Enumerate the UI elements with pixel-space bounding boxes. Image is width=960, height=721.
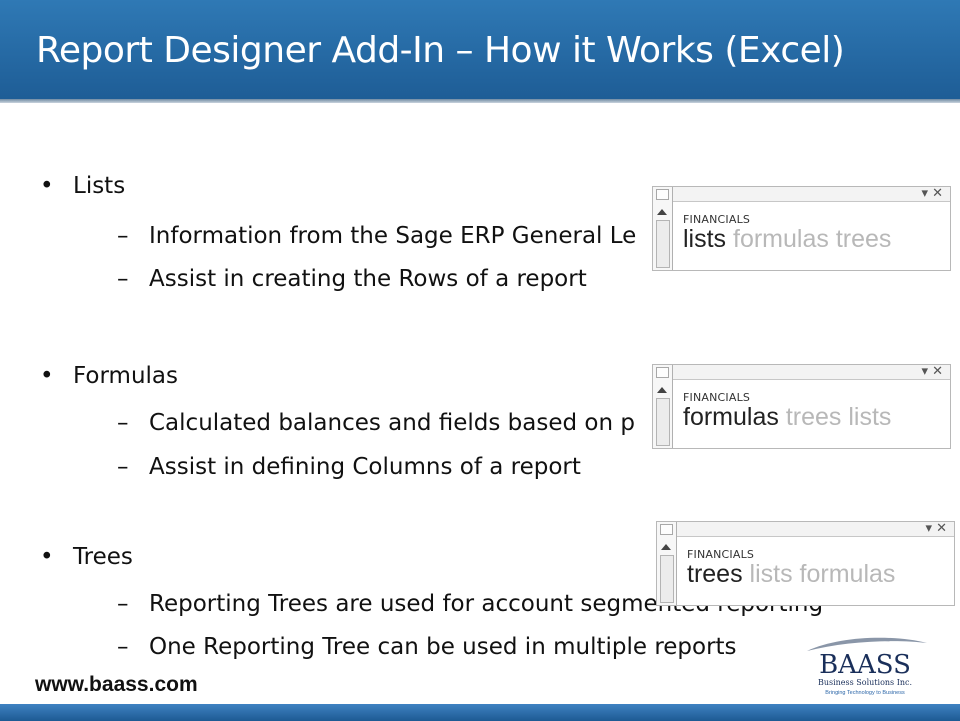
bullet-trees: • Trees	[40, 544, 133, 570]
logo-company: Business Solutions Inc.	[818, 678, 912, 687]
bullet-dot: •	[40, 544, 54, 570]
sub-bullet-text: Calculated balances and fields based on …	[149, 410, 635, 436]
pane-scrollbar[interactable]	[657, 522, 677, 605]
financials-pane-trees: ▾ ✕ FINANCIALS trees lists formulas	[656, 521, 955, 606]
pane-scrollbar[interactable]	[653, 365, 673, 448]
sub-bullet-text: Information from the Sage ERP General Le	[149, 223, 637, 249]
sub-bullet: – Assist in defining Columns of a report	[117, 454, 581, 480]
minimize-icon[interactable]	[656, 189, 669, 200]
logo-name: BAASS	[819, 650, 911, 680]
scroll-up-arrow-icon[interactable]	[657, 387, 667, 393]
financials-pane-formulas: ▾ ✕ FINANCIALS formulas trees lists	[652, 364, 951, 449]
logo-swoosh	[807, 637, 927, 651]
sub-bullet-text: One Reporting Tree can be used in multip…	[149, 634, 737, 660]
sub-bullet-text: Assist in creating the Rows of a report	[149, 266, 587, 292]
sub-bullet: – Assist in creating the Rows of a repor…	[117, 266, 587, 292]
tab-lists[interactable]: lists	[683, 225, 726, 253]
pane-controls[interactable]: ▾ ✕	[921, 187, 943, 201]
minimize-icon[interactable]	[656, 367, 669, 378]
pane-tabs: lists formulas trees	[683, 225, 891, 254]
bullet-lists: • Lists	[40, 173, 126, 199]
footer-bar	[0, 704, 960, 721]
tab-trees[interactable]: trees	[687, 560, 743, 588]
scroll-thumb[interactable]	[656, 398, 670, 446]
sub-bullet-dash: –	[117, 454, 129, 480]
sub-bullet-dash: –	[117, 223, 129, 249]
website-link[interactable]: www.baass.com	[35, 673, 198, 697]
tab-others[interactable]: lists formulas	[743, 560, 896, 588]
scroll-thumb[interactable]	[660, 555, 674, 603]
tab-others[interactable]: trees lists	[779, 403, 892, 431]
pane-tabs: formulas trees lists	[683, 403, 891, 432]
bullet-formulas: • Formulas	[40, 363, 178, 389]
baass-logo: BAASS Business Solutions Inc. Bringing T…	[807, 637, 927, 696]
scroll-thumb[interactable]	[656, 220, 670, 268]
bullet-heading: Lists	[73, 173, 126, 199]
title-bar: Report Designer Add-In – How it Works (E…	[0, 0, 960, 99]
tab-formulas[interactable]: formulas	[683, 403, 779, 431]
sub-bullet: – Information from the Sage ERP General …	[117, 223, 637, 249]
scroll-up-arrow-icon[interactable]	[657, 209, 667, 215]
pane-titlebar	[653, 187, 950, 202]
sub-bullet-dash: –	[117, 266, 129, 292]
minimize-icon[interactable]	[660, 524, 673, 535]
tab-others[interactable]: formulas trees	[726, 225, 891, 253]
logo-tagline: Bringing Technology to Business	[825, 690, 905, 696]
pane-titlebar	[657, 522, 954, 537]
pane-scrollbar[interactable]	[653, 187, 673, 270]
title-divider	[0, 99, 960, 103]
sub-bullet-dash: –	[117, 410, 129, 436]
sub-bullet-dash: –	[117, 634, 129, 660]
scroll-up-arrow-icon[interactable]	[661, 544, 671, 550]
sub-bullet: – One Reporting Tree can be used in mult…	[117, 634, 737, 660]
financials-pane-lists: ▾ ✕ FINANCIALS lists formulas trees	[652, 186, 951, 271]
bullet-dot: •	[40, 173, 54, 199]
bullet-heading: Trees	[73, 544, 133, 570]
pane-controls[interactable]: ▾ ✕	[921, 365, 943, 379]
sub-bullet: – Calculated balances and fields based o…	[117, 410, 635, 436]
pane-tabs: trees lists formulas	[687, 560, 895, 589]
sub-bullet-dash: –	[117, 591, 129, 617]
bullet-heading: Formulas	[73, 363, 178, 389]
pane-controls[interactable]: ▾ ✕	[925, 522, 947, 536]
slide-title: Report Designer Add-In – How it Works (E…	[36, 30, 845, 71]
slide: Report Designer Add-In – How it Works (E…	[0, 0, 960, 721]
sub-bullet-text: Assist in defining Columns of a report	[149, 454, 581, 480]
bullet-dot: •	[40, 363, 54, 389]
pane-titlebar	[653, 365, 950, 380]
